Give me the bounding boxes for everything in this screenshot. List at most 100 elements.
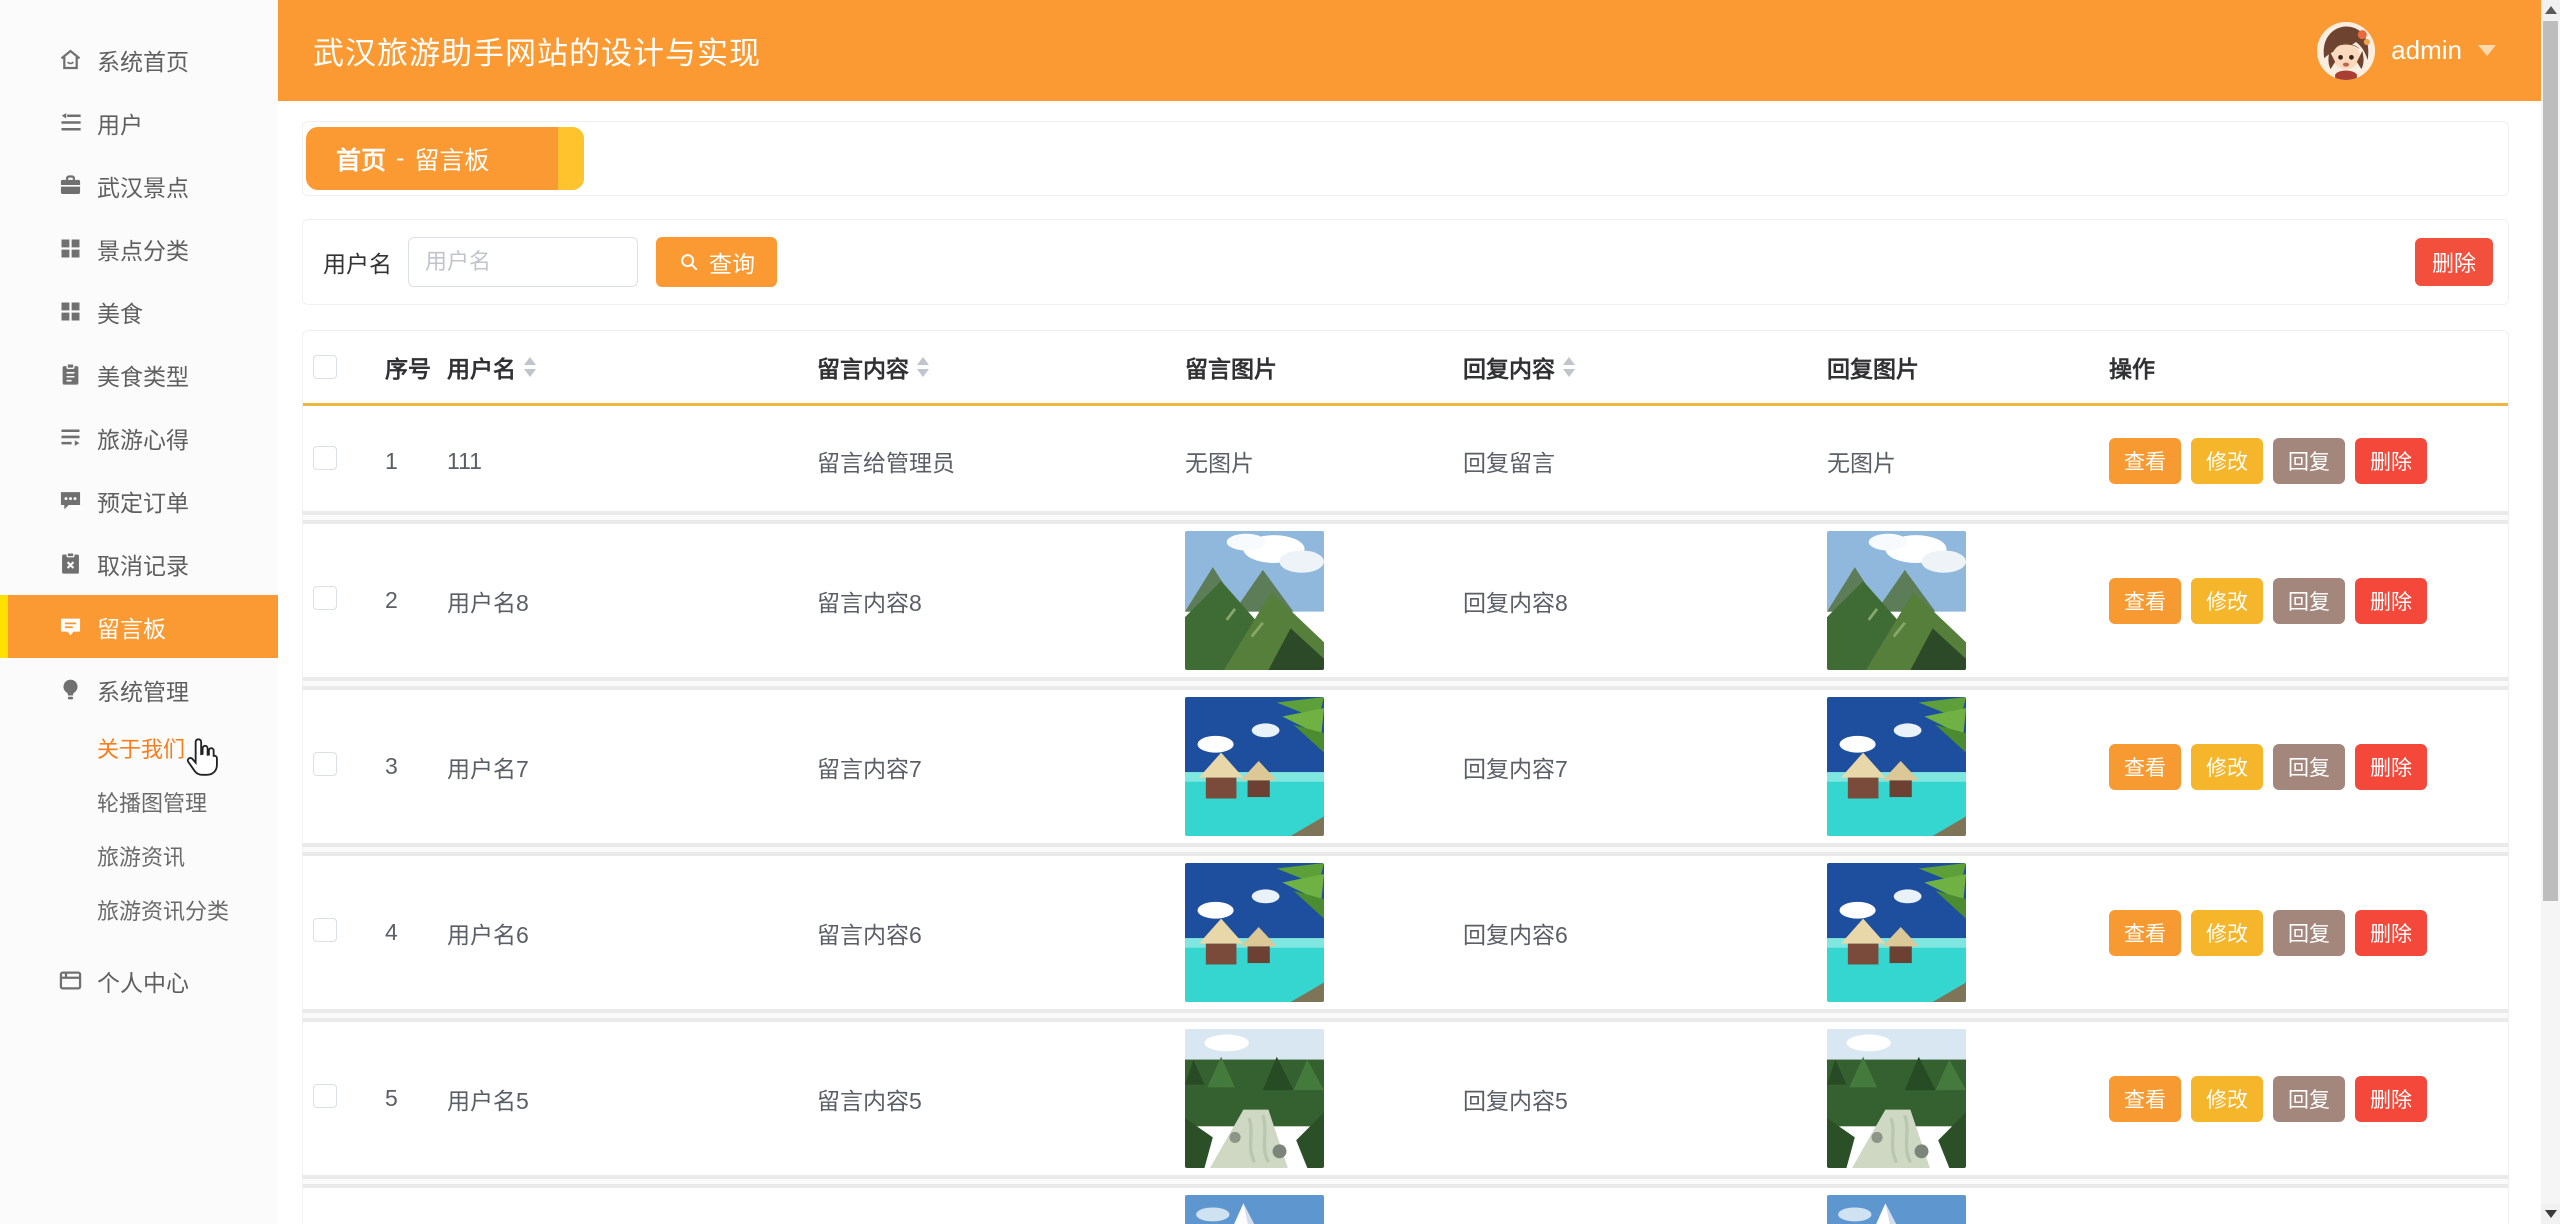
sidebar-item-label: 景点分类 bbox=[97, 232, 189, 266]
select-all-checkbox[interactable] bbox=[313, 355, 337, 379]
delete-button[interactable]: 删除 bbox=[2355, 910, 2427, 956]
breadcrumb-separator: - bbox=[396, 144, 404, 173]
column-header-操作: 操作 bbox=[2101, 350, 2508, 384]
search-icon bbox=[678, 251, 700, 273]
avatar[interactable] bbox=[2317, 22, 2375, 80]
tropical-beach-huts-thumbnail bbox=[1185, 697, 1324, 836]
table-row: 3 用户名7 留言内容7 回复内容7 查看修改回复删除 bbox=[303, 690, 2508, 843]
reply-button[interactable]: 回复 bbox=[2273, 438, 2345, 484]
breadcrumb-home[interactable]: 首页 bbox=[336, 141, 386, 177]
cell-username: 用户名6 bbox=[437, 916, 807, 950]
cell-index: 5 bbox=[373, 1085, 437, 1112]
reply-button[interactable]: 回复 bbox=[2273, 1076, 2345, 1122]
delete-button[interactable]: 删除 bbox=[2355, 438, 2427, 484]
sidebar-item-美食[interactable]: 美食 bbox=[0, 280, 278, 343]
page-title: 武汉旅游助手网站的设计与实现 bbox=[313, 28, 761, 73]
cell-username: 用户名7 bbox=[437, 750, 807, 784]
row-checkbox[interactable] bbox=[313, 1084, 337, 1108]
chevron-down-icon[interactable] bbox=[2478, 45, 2496, 65]
row-checkbox[interactable] bbox=[313, 586, 337, 610]
column-header-留言内容[interactable]: 留言内容 bbox=[807, 350, 1172, 384]
view-button[interactable]: 查看 bbox=[2109, 578, 2181, 624]
mountain-valley-thumbnail bbox=[1185, 531, 1324, 670]
query-button[interactable]: 查询 bbox=[656, 237, 777, 287]
delete-button[interactable]: 删除 bbox=[2355, 744, 2427, 790]
sidebar-item-label: 美食 bbox=[97, 295, 143, 329]
sidebar-item-武汉景点[interactable]: 武汉景点 bbox=[0, 154, 278, 217]
forest-stream-thumbnail bbox=[1827, 1029, 1966, 1168]
vertical-scrollbar[interactable] bbox=[2541, 0, 2560, 1224]
bulb-icon bbox=[57, 676, 84, 703]
column-header-回复内容[interactable]: 回复内容 bbox=[1453, 350, 1817, 384]
column-header-label: 回复内容 bbox=[1463, 350, 1555, 384]
cell-reply-content: 回复内容8 bbox=[1453, 584, 1817, 618]
scroll-up-button[interactable] bbox=[2541, 0, 2560, 20]
sidebar-item-个人中心[interactable]: 个人中心 bbox=[0, 949, 278, 1012]
edit-button[interactable]: 修改 bbox=[2191, 744, 2263, 790]
sidebar-subitem-旅游资讯分类[interactable]: 旅游资讯分类 bbox=[0, 883, 278, 937]
sidebar-item-用户[interactable]: 用户 bbox=[0, 91, 278, 154]
cell-message-image bbox=[1172, 863, 1453, 1002]
scroll-down-button[interactable] bbox=[2541, 1204, 2560, 1224]
breadcrumb-current: 留言板 bbox=[414, 141, 489, 177]
view-button[interactable]: 查看 bbox=[2109, 438, 2181, 484]
breadcrumb[interactable]: 首页 - 留言板 bbox=[306, 127, 584, 190]
cell-reply-content: 回复内容6 bbox=[1453, 916, 1817, 950]
cell-actions: 查看修改回复删除 bbox=[2101, 1076, 2508, 1122]
sidebar-item-系统管理[interactable]: 系统管理 bbox=[0, 658, 278, 721]
edit-button[interactable]: 修改 bbox=[2191, 1076, 2263, 1122]
delete-button[interactable]: 删除 bbox=[2355, 1076, 2427, 1122]
edit-button[interactable]: 修改 bbox=[2191, 438, 2263, 484]
sort-carets-icon[interactable] bbox=[917, 357, 929, 377]
sidebar: 系统首页用户武汉景点景点分类美食美食类型旅游心得预定订单取消记录留言板系统管理关… bbox=[0, 0, 278, 1224]
search-field-label: 用户名 bbox=[323, 245, 392, 279]
row-checkbox[interactable] bbox=[313, 446, 337, 470]
reply-button[interactable]: 回复 bbox=[2273, 744, 2345, 790]
search-input[interactable] bbox=[408, 237, 638, 287]
sidebar-item-留言板[interactable]: 留言板 bbox=[0, 595, 313, 658]
sidebar-item-系统首页[interactable]: 系统首页 bbox=[0, 28, 278, 91]
arrow-down-icon bbox=[2545, 1210, 2557, 1218]
row-checkbox[interactable] bbox=[313, 752, 337, 776]
column-header-用户名[interactable]: 用户名 bbox=[437, 350, 807, 384]
row-checkbox[interactable] bbox=[313, 918, 337, 942]
mountain-valley-thumbnail bbox=[1827, 531, 1966, 670]
sort-carets-icon[interactable] bbox=[1563, 357, 1575, 377]
message-icon bbox=[57, 613, 84, 640]
edit-button[interactable]: 修改 bbox=[2191, 578, 2263, 624]
scrollbar-thumb[interactable] bbox=[2543, 21, 2558, 901]
snow-mountain-thumbnail bbox=[1827, 1195, 1966, 1224]
cell-message-content: 留言内容8 bbox=[807, 584, 1172, 618]
sidebar-subitem-轮播图管理[interactable]: 轮播图管理 bbox=[0, 775, 278, 829]
column-header-label: 用户名 bbox=[447, 350, 516, 384]
sidebar-item-取消记录[interactable]: 取消记录 bbox=[0, 532, 278, 595]
reply-button[interactable]: 回复 bbox=[2273, 910, 2345, 956]
edit-button[interactable]: 修改 bbox=[2191, 910, 2263, 956]
bulk-delete-button[interactable]: 删除 bbox=[2415, 238, 2493, 286]
window-icon bbox=[57, 967, 84, 994]
sidebar-subitem-旅游资讯[interactable]: 旅游资讯 bbox=[0, 829, 278, 883]
sidebar-item-label: 预定订单 bbox=[97, 484, 189, 518]
sidebar-item-预定订单[interactable]: 预定订单 bbox=[0, 469, 278, 532]
chat-dots-icon bbox=[57, 487, 84, 514]
sidebar-item-旅游心得[interactable]: 旅游心得 bbox=[0, 406, 278, 469]
tropical-beach-huts-thumbnail bbox=[1827, 863, 1966, 1002]
reply-button[interactable]: 回复 bbox=[2273, 578, 2345, 624]
cell-message-content: 留言内容5 bbox=[807, 1082, 1172, 1116]
breadcrumb-fold-decoration bbox=[558, 127, 584, 190]
sidebar-item-美食类型[interactable]: 美食类型 bbox=[0, 343, 278, 406]
lines-arrow-icon bbox=[57, 424, 84, 451]
view-button[interactable]: 查看 bbox=[2109, 744, 2181, 790]
cell-reply-image: 无图片 bbox=[1817, 444, 2101, 478]
view-button[interactable]: 查看 bbox=[2109, 1076, 2181, 1122]
user-menu[interactable]: admin bbox=[2317, 22, 2496, 80]
sidebar-item-景点分类[interactable]: 景点分类 bbox=[0, 217, 278, 280]
sidebar-subitem-关于我们[interactable]: 关于我们 bbox=[0, 721, 278, 775]
sort-carets-icon[interactable] bbox=[524, 357, 536, 377]
cell-username: 用户名5 bbox=[437, 1082, 807, 1116]
cell-reply-content: 回复内容7 bbox=[1453, 750, 1817, 784]
table-row: 1 111 留言给管理员 无图片 回复留言 无图片 查看修改回复删除 bbox=[303, 411, 2508, 511]
cell-message-image bbox=[1172, 1195, 1453, 1224]
view-button[interactable]: 查看 bbox=[2109, 910, 2181, 956]
delete-button[interactable]: 删除 bbox=[2355, 578, 2427, 624]
